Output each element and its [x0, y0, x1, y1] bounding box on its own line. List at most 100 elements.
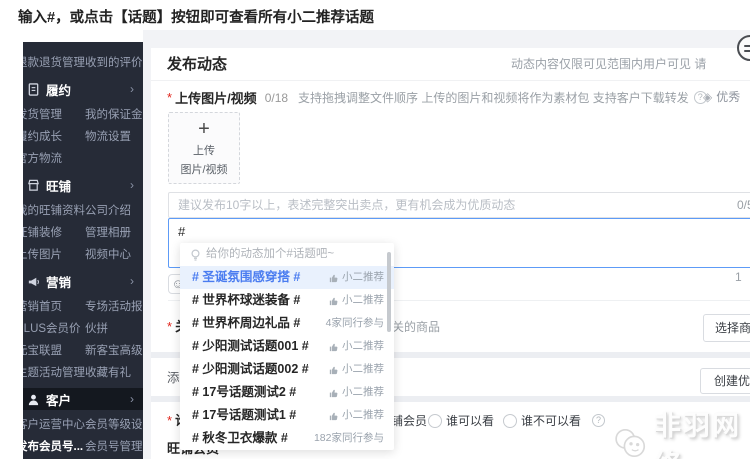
sidebar-section-label: 客户: [46, 393, 72, 408]
chevron-right-icon: ›: [130, 274, 134, 288]
sidebar-item-deposit[interactable]: 我的保证金: [85, 106, 143, 122]
shop-icon: [28, 179, 39, 191]
sidebar-item-received-reviews[interactable]: 收到的评价: [85, 54, 143, 70]
sidebar-row: 退款退货管理 收到的评价: [23, 51, 143, 73]
person-icon: [28, 394, 39, 405]
megaphone-icon: [28, 277, 39, 286]
sidebar-item-favorite-gift[interactable]: 收藏有礼: [85, 364, 143, 380]
dropdown-scrollbar[interactable]: [387, 252, 391, 332]
topic-option[interactable]: # 少阳测试话题001 # 小二推荐: [180, 335, 394, 358]
chevron-right-icon: ›: [130, 82, 134, 96]
sidebar-section-marketing[interactable]: 营销 ›: [23, 270, 143, 292]
topic-option[interactable]: # 17号话题测试2 # 小二推荐: [180, 381, 394, 404]
sidebar-section-label: 履约: [46, 83, 72, 98]
topic-option[interactable]: # 圣诞氛围感穿搭 # 小二推荐: [180, 266, 394, 289]
required-asterisk: *: [167, 319, 173, 334]
sidebar-item-video-center[interactable]: 视频中心: [85, 246, 143, 262]
thumb-up-icon: [329, 366, 338, 374]
dropdown-tip: 给你的动态加个#话题吧~: [180, 243, 394, 266]
sidebar-item-marketing-home[interactable]: 营销首页: [23, 298, 85, 314]
upload-hint: 支持拖拽调整文件顺序 上传的图片和视频将作为素材包 支持客户下载转发: [298, 91, 689, 105]
lightbulb-icon: [191, 248, 200, 261]
summary-placeholder: 建议发布10字以上，表述完整突出卖点，更有机会成为优质动态: [178, 198, 516, 212]
radio-label-who-cannot-see[interactable]: 谁不可以看: [521, 408, 581, 434]
thumb-up-icon: [329, 297, 338, 305]
sidebar-item-yuanbao-alliance[interactable]: 元宝联盟: [23, 342, 85, 358]
sidebar-item-publish-member-feed[interactable]: 发布会员号...: [23, 438, 85, 454]
sidebar-item-album-manage[interactable]: 管理相册: [85, 224, 143, 240]
thumb-up-icon: [329, 274, 338, 282]
watermark-text: 非羽网络: [654, 411, 742, 459]
sidebar-row: 客户运营中心 会员等级设置: [23, 413, 143, 435]
sidebar-item-upload-image[interactable]: 上传图片: [23, 246, 85, 262]
sidebar-item-shop-profile[interactable]: 我的旺铺资料: [23, 202, 85, 218]
sidebar-item-huopin[interactable]: 伙拼: [85, 320, 143, 336]
sidebar-item-event-signup[interactable]: 专场活动报名: [85, 298, 143, 314]
chevron-right-icon: ›: [130, 392, 134, 406]
required-asterisk: *: [167, 90, 173, 105]
sidebar-row: 元宝联盟 新客宝高级版: [23, 339, 143, 361]
sidebar-item-fulfillment-growth[interactable]: 履约成长: [23, 128, 85, 144]
instruction-text: 输入#，或点击【话题】按钮即可查看所有小二推荐话题: [18, 10, 375, 26]
plus-icon: +: [198, 118, 210, 140]
sidebar-item-plus-price[interactable]: PLUS会员价: [23, 320, 85, 336]
sidebar-row: 主题活动管理 收藏有礼: [23, 361, 143, 383]
topic-option[interactable]: # 17号话题测试1 # 小二推荐: [180, 404, 394, 427]
sidebar-row: PLUS会员价 伙拼: [23, 317, 143, 339]
chevron-right-icon: ›: [130, 178, 134, 192]
sidebar-section-fulfillment[interactable]: 履约 ›: [23, 78, 143, 100]
sidebar-section-shop[interactable]: 旺铺 ›: [23, 174, 143, 196]
summary-char-count: 0/500: [736, 198, 750, 212]
sidebar-item-member-level[interactable]: 会员等级设置: [85, 416, 143, 432]
watermark: 非羽网络: [612, 404, 750, 459]
create-coupon-button[interactable]: 创建优惠券: [700, 368, 750, 394]
content-value: #: [178, 224, 186, 239]
upload-count: 0/18: [264, 90, 289, 105]
question-circle-icon[interactable]: ?: [592, 414, 605, 427]
sidebar-section-label: 旺铺: [46, 179, 72, 194]
upload-box-text: 图片/视频: [180, 164, 228, 176]
card-header: 发布动态 动态内容仅限可见范围内用户可见 请: [151, 48, 750, 81]
sidebar-row: 上传图片 视频中心: [23, 243, 143, 265]
topic-option[interactable]: # 世界杯周边礼品 # 4家同行参与: [180, 312, 394, 335]
summary-input[interactable]: 建议发布10字以上，表述完整突出卖点，更有机会成为优质动态 0/500: [168, 192, 750, 218]
topic-suggestion-dropdown: 给你的动态加个#话题吧~ # 圣诞氛围感穿搭 # 小二推荐 # 世界杯球迷装备 …: [180, 243, 394, 450]
sidebar-item-shipping-manage[interactable]: 发货管理: [23, 106, 85, 122]
required-asterisk: *: [167, 413, 173, 428]
sidebar-row: 旺铺装修 管理相册: [23, 221, 143, 243]
sidebar-row: 履约成长 物流设置: [23, 125, 143, 147]
select-product-button[interactable]: 选择商品: [703, 314, 750, 342]
sidebar-row: 我的旺铺资料 公司介绍: [23, 199, 143, 221]
radio-who-cannot-see[interactable]: [503, 414, 517, 428]
sidebar-item-theme-activity[interactable]: 主题活动管理: [23, 364, 85, 380]
thumb-up-icon: [329, 412, 338, 420]
sidebar-item-member-account-manage[interactable]: 会员号管理: [85, 438, 143, 454]
topic-option[interactable]: # 少阳测试话题002 # 小二推荐: [180, 358, 394, 381]
upload-media-button[interactable]: + 上传 图片/视频: [168, 112, 240, 184]
topic-option[interactable]: # 秋冬卫衣爆款 # 182家同行参与: [180, 427, 394, 450]
sidebar-row: 营销首页 专场活动报名: [23, 295, 143, 317]
sidebar-item-shop-decor[interactable]: 旺铺装修: [23, 224, 85, 240]
upload-label: 上传图片/视频: [175, 91, 257, 106]
sidebar-row: 发货管理 我的保证金: [23, 103, 143, 125]
radio-label-who-can-see[interactable]: 谁可以看: [446, 408, 494, 434]
sidebar-row: 发布会员号... 会员号管理: [23, 435, 143, 457]
sidebar-item-refund-manage[interactable]: 退款退货管理: [23, 54, 85, 70]
content-char-count: 1: [735, 270, 742, 284]
watermark-logo-icon: [615, 428, 646, 458]
sidebar-item-customer-ops[interactable]: 客户运营中心: [23, 416, 85, 432]
sidebar-row: 官方物流: [23, 147, 143, 169]
excellent-badge[interactable]: ◈ 优秀: [703, 88, 740, 105]
sidebar-item-official-logistics[interactable]: 官方物流: [23, 150, 85, 166]
thumb-up-icon: [329, 389, 338, 397]
topic-option[interactable]: # 世界杯球迷装备 # 小二推荐: [180, 289, 394, 312]
thumb-up-icon: [329, 343, 338, 351]
upload-section-header: * 上传图片/视频 0/18 支持拖拽调整文件顺序 上传的图片和视频将作为素材包…: [167, 88, 707, 107]
sidebar-item-logistics-settings[interactable]: 物流设置: [85, 128, 143, 144]
sidebar-section-customer[interactable]: 客户 ›: [23, 388, 143, 410]
radio-who-can-see[interactable]: [428, 414, 442, 428]
visibility-notice: 动态内容仅限可见范围内用户可见 请: [511, 57, 707, 71]
upload-box-text: 上传: [193, 145, 215, 157]
sidebar-item-newcustomer-pro[interactable]: 新客宝高级版: [85, 342, 143, 358]
sidebar-item-company-intro[interactable]: 公司介绍: [85, 202, 143, 218]
